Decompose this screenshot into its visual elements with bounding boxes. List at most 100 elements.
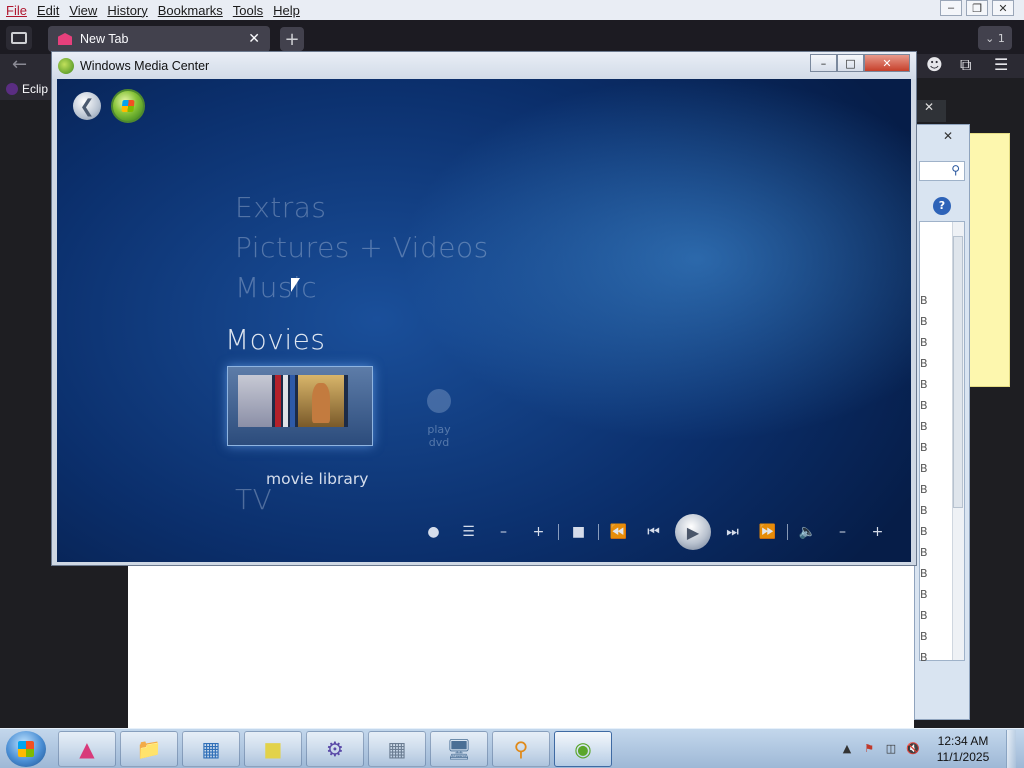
- menu-help[interactable]: Help: [268, 3, 305, 18]
- start-button[interactable]: [6, 731, 46, 767]
- transport-controls: ● ☰ – + ■ ⏪ ⏮ ▶ ⏭ ⏩ 🔈 – +: [416, 514, 895, 550]
- stop-icon[interactable]: ■: [561, 524, 596, 540]
- browser-tabbar: New Tab ✕ + ⌄ 1: [0, 20, 1024, 54]
- help-icon[interactable]: ?: [933, 197, 951, 215]
- taskbar-app-remote-desktop[interactable]: 🖥: [430, 731, 488, 767]
- volume-up-icon[interactable]: +: [860, 524, 895, 540]
- menu-category-music[interactable]: Music: [235, 271, 317, 304]
- mouse-cursor-icon: [291, 278, 300, 292]
- taskbar-app-settings[interactable]: ⚙: [306, 731, 364, 767]
- volume-down-icon[interactable]: –: [825, 524, 860, 540]
- wmc-minimize-button[interactable]: –: [810, 54, 837, 72]
- movie-library-label: movie library: [266, 470, 369, 488]
- new-tab-button[interactable]: +: [280, 27, 304, 51]
- network-icon[interactable]: ◫: [884, 742, 898, 756]
- scrollbar-thumb[interactable]: [953, 236, 963, 508]
- menu-category-movies[interactable]: Movies: [225, 323, 325, 356]
- back-arrow-icon[interactable]: ←: [12, 54, 27, 75]
- taskbar-app-explorer[interactable]: 📁: [120, 731, 178, 767]
- menu-bookmarks[interactable]: Bookmarks: [153, 3, 228, 18]
- menu-category-extras[interactable]: Extras: [235, 191, 327, 224]
- wmc-logo-icon: [58, 57, 74, 74]
- mute-icon[interactable]: 🔈: [790, 524, 825, 540]
- show-desktop-button[interactable]: [1006, 730, 1016, 768]
- play-dvd-tile[interactable]: play dvd: [417, 389, 461, 449]
- taskbar-app-media-center[interactable]: ◉: [554, 731, 612, 767]
- tab-title: New Tab: [80, 32, 129, 46]
- wmc-close-button[interactable]: ✕: [864, 54, 910, 72]
- sticky-notes-icon: ■: [263, 737, 283, 761]
- volume-muted-icon[interactable]: 🔇: [906, 742, 920, 756]
- play-dvd-label: play dvd: [427, 423, 451, 449]
- close-button[interactable]: ✕: [992, 0, 1014, 16]
- eclipse-icon: [6, 83, 18, 95]
- disc-icon: [427, 389, 451, 413]
- movie-cover: [290, 375, 295, 427]
- sidebar-icon: [11, 32, 27, 44]
- menu-tools[interactable]: Tools: [228, 3, 268, 18]
- bookmark-eclipse[interactable]: Eclip: [22, 82, 48, 96]
- taskbar-app-sticky-notes[interactable]: ■: [244, 731, 302, 767]
- wmc-window-title: Windows Media Center: [80, 58, 210, 73]
- close-icon[interactable]: ✕: [916, 98, 942, 116]
- separator: [598, 524, 599, 540]
- media-center-icon: ◉: [574, 737, 592, 761]
- menu-history[interactable]: History: [102, 3, 152, 18]
- wmc-window: Windows Media Center – □ ✕ ❮ Extras Pict…: [51, 51, 917, 566]
- menu-edit[interactable]: Edit: [32, 3, 64, 18]
- taskbar-app-calculator[interactable]: ▦: [368, 731, 426, 767]
- page-dark-area: [0, 100, 52, 728]
- channel-down-icon[interactable]: –: [486, 524, 521, 540]
- dialog-close-icon[interactable]: ✕: [935, 129, 961, 145]
- background-window-titlebar: ✕: [916, 100, 946, 122]
- taskbar-app-control-panel[interactable]: ▦: [182, 731, 240, 767]
- browser-window-controls: – ❐ ✕: [940, 0, 1014, 18]
- gear-icon: ⚙: [326, 737, 344, 761]
- dialog-search-field[interactable]: ⚲: [919, 161, 965, 181]
- dialog-scrollbar[interactable]: [952, 222, 964, 660]
- movie-cover: [298, 375, 344, 427]
- back-arrow-icon: ❮: [79, 95, 95, 117]
- taskbar-app-firefox[interactable]: ▲: [58, 731, 116, 767]
- control-panel-icon: ▦: [201, 737, 221, 761]
- restore-button[interactable]: ❐: [966, 0, 988, 16]
- guide-list-icon[interactable]: ☰: [451, 524, 486, 540]
- folder-icon: 📁: [136, 737, 162, 761]
- sticky-note[interactable]: [968, 133, 1010, 387]
- tab-list-button[interactable]: ⌄ 1: [978, 26, 1012, 50]
- menu-category-tv[interactable]: TV: [235, 483, 272, 516]
- play-button[interactable]: ▶: [675, 514, 711, 550]
- tab-count: 1: [997, 31, 1005, 45]
- menu-file[interactable]: File: [0, 3, 32, 18]
- show-hidden-icons-icon[interactable]: ▲: [840, 742, 854, 756]
- sidebar-toggle-button[interactable]: [6, 26, 32, 50]
- system-tray: ▲ ⚑ ◫ 🔇 12:34 AM 11/1/2025: [840, 729, 1016, 768]
- taskbar: ▲ 📁 ▦ ■ ⚙ ▦ 🖥 ⚲ ◉ ▲ ⚑ ◫ 🔇 12:34 AM 11/1/…: [0, 728, 1024, 768]
- skip-forward-icon[interactable]: ⏭: [715, 524, 750, 540]
- skip-back-icon[interactable]: ⏮: [636, 524, 671, 540]
- windows-logo-icon: [18, 741, 34, 757]
- channel-up-icon[interactable]: +: [521, 524, 556, 540]
- hamburger-menu-icon[interactable]: ☰: [994, 55, 1008, 74]
- taskbar-app-search[interactable]: ⚲: [492, 731, 550, 767]
- menu-category-pictures-videos[interactable]: Pictures + Videos: [235, 231, 489, 264]
- minimize-button[interactable]: –: [940, 0, 962, 16]
- firefox-pocket-icon: [58, 33, 72, 45]
- wmc-window-controls: – □ ✕: [810, 54, 910, 72]
- rewind-icon[interactable]: ⏪: [601, 524, 636, 540]
- wmc-back-button[interactable]: ❮: [73, 92, 101, 120]
- action-center-flag-icon[interactable]: ⚑: [862, 742, 876, 756]
- account-icon[interactable]: ☻: [926, 55, 943, 74]
- extensions-icon[interactable]: ⧉: [960, 55, 971, 75]
- tab-new-tab[interactable]: New Tab ✕: [48, 26, 270, 52]
- record-icon[interactable]: ●: [416, 524, 451, 540]
- magnifier-icon: ⚲: [513, 737, 529, 761]
- tab-close-icon[interactable]: ✕: [248, 30, 260, 47]
- menu-view[interactable]: View: [64, 3, 102, 18]
- fast-forward-icon[interactable]: ⏩: [750, 524, 785, 540]
- wmc-maximize-button[interactable]: □: [837, 54, 864, 72]
- movie-library-tile[interactable]: [227, 366, 373, 446]
- search-icon: ⚲: [951, 163, 960, 177]
- clock[interactable]: 12:34 AM 11/1/2025: [928, 733, 998, 765]
- wmc-start-button[interactable]: [111, 89, 145, 123]
